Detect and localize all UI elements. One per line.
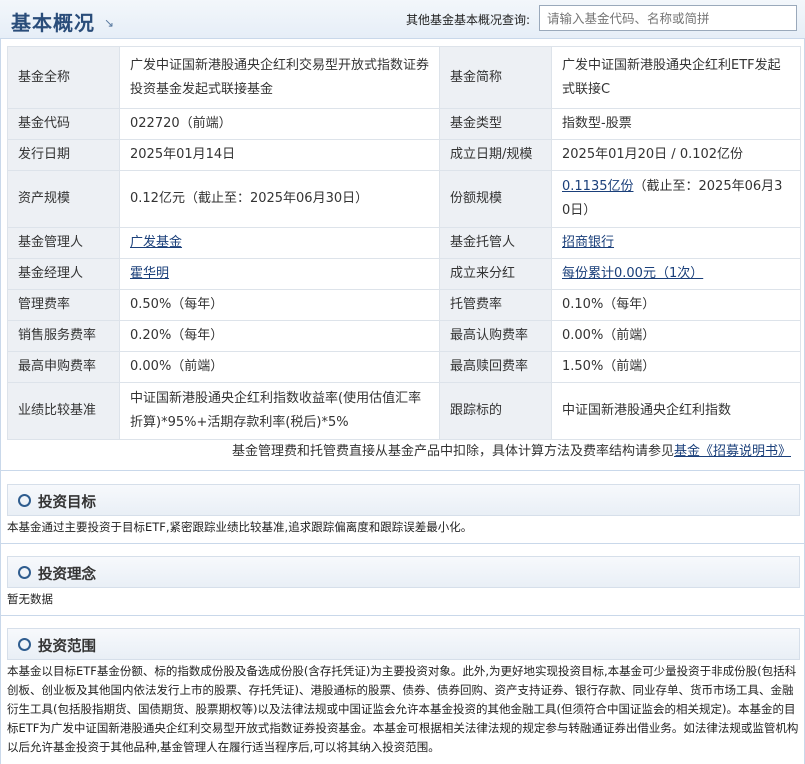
type-label: 基金类型 — [439, 108, 552, 140]
establish-label: 成立日期/规模 — [439, 139, 552, 171]
share-label: 份额规模 — [439, 170, 552, 228]
page-title: 基本概况 — [11, 11, 95, 35]
fund-manager-value: 霍华明 — [119, 258, 440, 290]
establish-value: 2025年01月20日 / 0.102亿份 — [551, 139, 801, 171]
sales-fee-label: 销售服务费率 — [7, 320, 120, 352]
dividend-link[interactable]: 每份累计0.00元（1次） — [562, 266, 703, 281]
tracking-label: 跟踪标的 — [439, 382, 552, 440]
table-row: 基金经理人 霍华明 成立来分红 每份累计0.00元（1次） — [7, 258, 801, 290]
prospectus-link[interactable]: 基金《招募说明书》 — [674, 444, 791, 459]
purchase-fee-value: 0.00%（前端） — [119, 351, 440, 383]
sub-fee-label: 最高认购费率 — [439, 320, 552, 352]
code-label: 基金代码 — [7, 108, 120, 140]
section-header-scope: 投资范围 — [7, 628, 800, 660]
type-value: 指数型-股票 — [551, 108, 801, 140]
mgmt-fee-label: 管理费率 — [7, 289, 120, 321]
custody-fee-value: 0.10%（每年） — [551, 289, 801, 321]
table-row: 资产规模 0.12亿元（截止至：2025年06月30日） 份额规模 0.1135… — [7, 170, 801, 228]
tracking-value: 中证国新港股通央企红利指数 — [551, 382, 801, 440]
fee-note-text: 基金管理费和托管费直接从基金产品中扣除，具体计算方法及费率结构请参见 — [231, 444, 674, 459]
fund-manager-link[interactable]: 霍华明 — [130, 266, 169, 281]
manager-link[interactable]: 广发基金 — [130, 235, 182, 250]
code-value: 022720（前端） — [119, 108, 440, 140]
custodian-link[interactable]: 招商银行 — [562, 235, 614, 250]
issue-date-value: 2025年01月14日 — [119, 139, 440, 171]
section-text-idea: 暂无数据 — [7, 592, 53, 606]
fund-manager-label: 基金经理人 — [7, 258, 120, 290]
dividend-value: 每份累计0.00元（1次） — [551, 258, 801, 290]
circle-bullet-icon — [18, 494, 31, 507]
fund-info-table: 基金全称 广发中证国新港股通央企红利交易型开放式指数证券投资基金发起式联接基金 … — [7, 46, 801, 440]
custodian-label: 基金托管人 — [439, 227, 552, 259]
fee-note: 基金管理费和托管费直接从基金产品中扣除，具体计算方法及费率结构请参见基金《招募说… — [1, 440, 791, 459]
table-row: 基金全称 广发中证国新港股通央企红利交易型开放式指数证券投资基金发起式联接基金 … — [7, 46, 801, 109]
table-row: 业绩比较基准 中证国新港股通央企红利指数收益率(使用估值汇率折算)*95%+活期… — [7, 382, 801, 440]
circle-bullet-icon — [18, 566, 31, 579]
section-divider — [1, 470, 804, 471]
share-link[interactable]: 0.1135亿份 — [562, 179, 634, 194]
fund-search-input[interactable] — [539, 5, 797, 31]
share-value: 0.1135亿份（截止至：2025年06月30日） — [551, 170, 801, 228]
arrow-corner-icon[interactable]: ↘ — [104, 16, 114, 30]
section-text-scope: 本基金以目标ETF基金份额、标的指数成份股及备选成份股(含存托凭证)为主要投资对… — [7, 664, 799, 754]
redeem-fee-value: 1.50%（前端） — [551, 351, 801, 383]
section-header-goal: 投资目标 — [7, 484, 800, 516]
section-divider — [1, 615, 804, 616]
section-text-goal: 本基金通过主要投资于目标ETF,紧密跟踪业绩比较基准,追求跟踪偏离度和跟踪误差最… — [7, 520, 473, 534]
sub-fee-value: 0.00%（前端） — [551, 320, 801, 352]
custody-fee-label: 托管费率 — [439, 289, 552, 321]
section-title-goal: 投资目标 — [38, 495, 96, 511]
purchase-fee-label: 最高申购费率 — [7, 351, 120, 383]
benchmark-value: 中证国新港股通央企红利指数收益率(使用估值汇率折算)*95%+活期存款利率(税后… — [119, 382, 440, 440]
dividend-label: 成立来分红 — [439, 258, 552, 290]
short-name-value: 广发中证国新港股通央企红利ETF发起式联接C — [551, 46, 801, 109]
asset-label: 资产规模 — [7, 170, 120, 228]
search-label: 其他基金基本概况查询: — [406, 13, 531, 27]
section-divider — [1, 543, 804, 544]
custodian-value: 招商银行 — [551, 227, 801, 259]
table-row: 发行日期 2025年01月14日 成立日期/规模 2025年01月20日 / 0… — [7, 139, 801, 171]
manager-value: 广发基金 — [119, 227, 440, 259]
asset-value: 0.12亿元（截止至：2025年06月30日） — [119, 170, 440, 228]
section-header-idea: 投资理念 — [7, 556, 800, 588]
short-name-label: 基金简称 — [439, 46, 552, 109]
content-panel: 基金全称 广发中证国新港股通央企红利交易型开放式指数证券投资基金发起式联接基金 … — [0, 38, 805, 764]
full-name-label: 基金全称 — [7, 46, 120, 109]
redeem-fee-label: 最高赎回费率 — [439, 351, 552, 383]
section-title-scope: 投资范围 — [38, 639, 96, 655]
page-header: 基本概况 ↘ 其他基金基本概况查询: — [0, 0, 805, 39]
table-row: 基金代码 022720（前端） 基金类型 指数型-股票 — [7, 108, 801, 140]
sales-fee-value: 0.20%（每年） — [119, 320, 440, 352]
table-row: 销售服务费率 0.20%（每年） 最高认购费率 0.00%（前端） — [7, 320, 801, 352]
table-row: 管理费率 0.50%（每年） 托管费率 0.10%（每年） — [7, 289, 801, 321]
issue-date-label: 发行日期 — [7, 139, 120, 171]
circle-bullet-icon — [18, 638, 31, 651]
table-row: 最高申购费率 0.00%（前端） 最高赎回费率 1.50%（前端） — [7, 351, 801, 383]
manager-label: 基金管理人 — [7, 227, 120, 259]
full-name-value: 广发中证国新港股通央企红利交易型开放式指数证券投资基金发起式联接基金 — [119, 46, 440, 109]
table-row: 基金管理人 广发基金 基金托管人 招商银行 — [7, 227, 801, 259]
mgmt-fee-value: 0.50%（每年） — [119, 289, 440, 321]
section-title-idea: 投资理念 — [38, 567, 96, 583]
benchmark-label: 业绩比较基准 — [7, 382, 120, 440]
